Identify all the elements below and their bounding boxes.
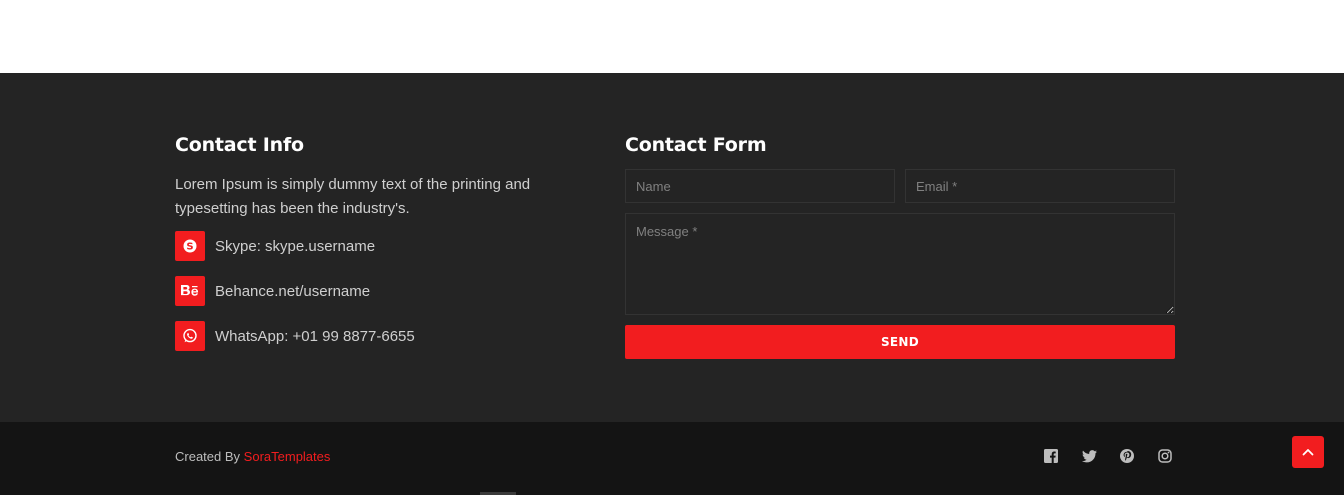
contact-info-label: WhatsApp: +01 99 8877-6655 [215,327,415,345]
facebook-icon[interactable] [1043,448,1059,464]
back-to-top-button[interactable] [1292,436,1324,468]
soratemplates-link[interactable]: SoraTemplates [244,449,331,464]
contact-info-column: Contact Info Lorem Ipsum is simply dummy… [175,133,585,351]
contact-info-item-behance: Behance.net/username [175,276,585,306]
svg-text:S: S [186,242,193,253]
skype-icon: S [175,231,205,261]
contact-info-label: Behance.net/username [215,282,371,300]
contact-info-title: Contact Info [175,134,304,156]
name-input[interactable] [625,169,895,203]
social-links [1043,448,1173,464]
pinterest-icon[interactable] [1119,448,1135,464]
contact-section: Contact Info Lorem Ipsum is simply dummy… [0,73,1344,422]
contact-info-item-skype: S Skype: skype.username [175,231,585,261]
credit-text: Created By SoraTemplates [175,449,330,465]
top-blank-area [0,0,1344,73]
message-textarea[interactable] [625,213,1175,315]
chevron-up-icon [1302,443,1314,461]
twitter-icon[interactable] [1081,448,1097,464]
contact-info-label: Skype: skype.username [215,237,376,255]
send-button[interactable]: SEND [625,325,1175,359]
contact-info-list: S Skype: skype.username Behance.net/user… [175,231,585,351]
credit-prefix: Created By [175,449,241,464]
contact-info-description: Lorem Ipsum is simply dummy text of the … [175,176,531,217]
contact-info-item-whatsapp: WhatsApp: +01 99 8877-6655 [175,321,585,351]
contact-form-column: Contact Form SEND [625,133,1175,359]
contact-form-row [625,169,1175,203]
behance-icon [175,276,205,306]
whatsapp-icon [175,321,205,351]
email-input[interactable] [905,169,1175,203]
bottom-bar: Created By SoraTemplates [0,422,1344,495]
instagram-icon[interactable] [1157,448,1173,464]
contact-form-title: Contact Form [625,134,767,156]
